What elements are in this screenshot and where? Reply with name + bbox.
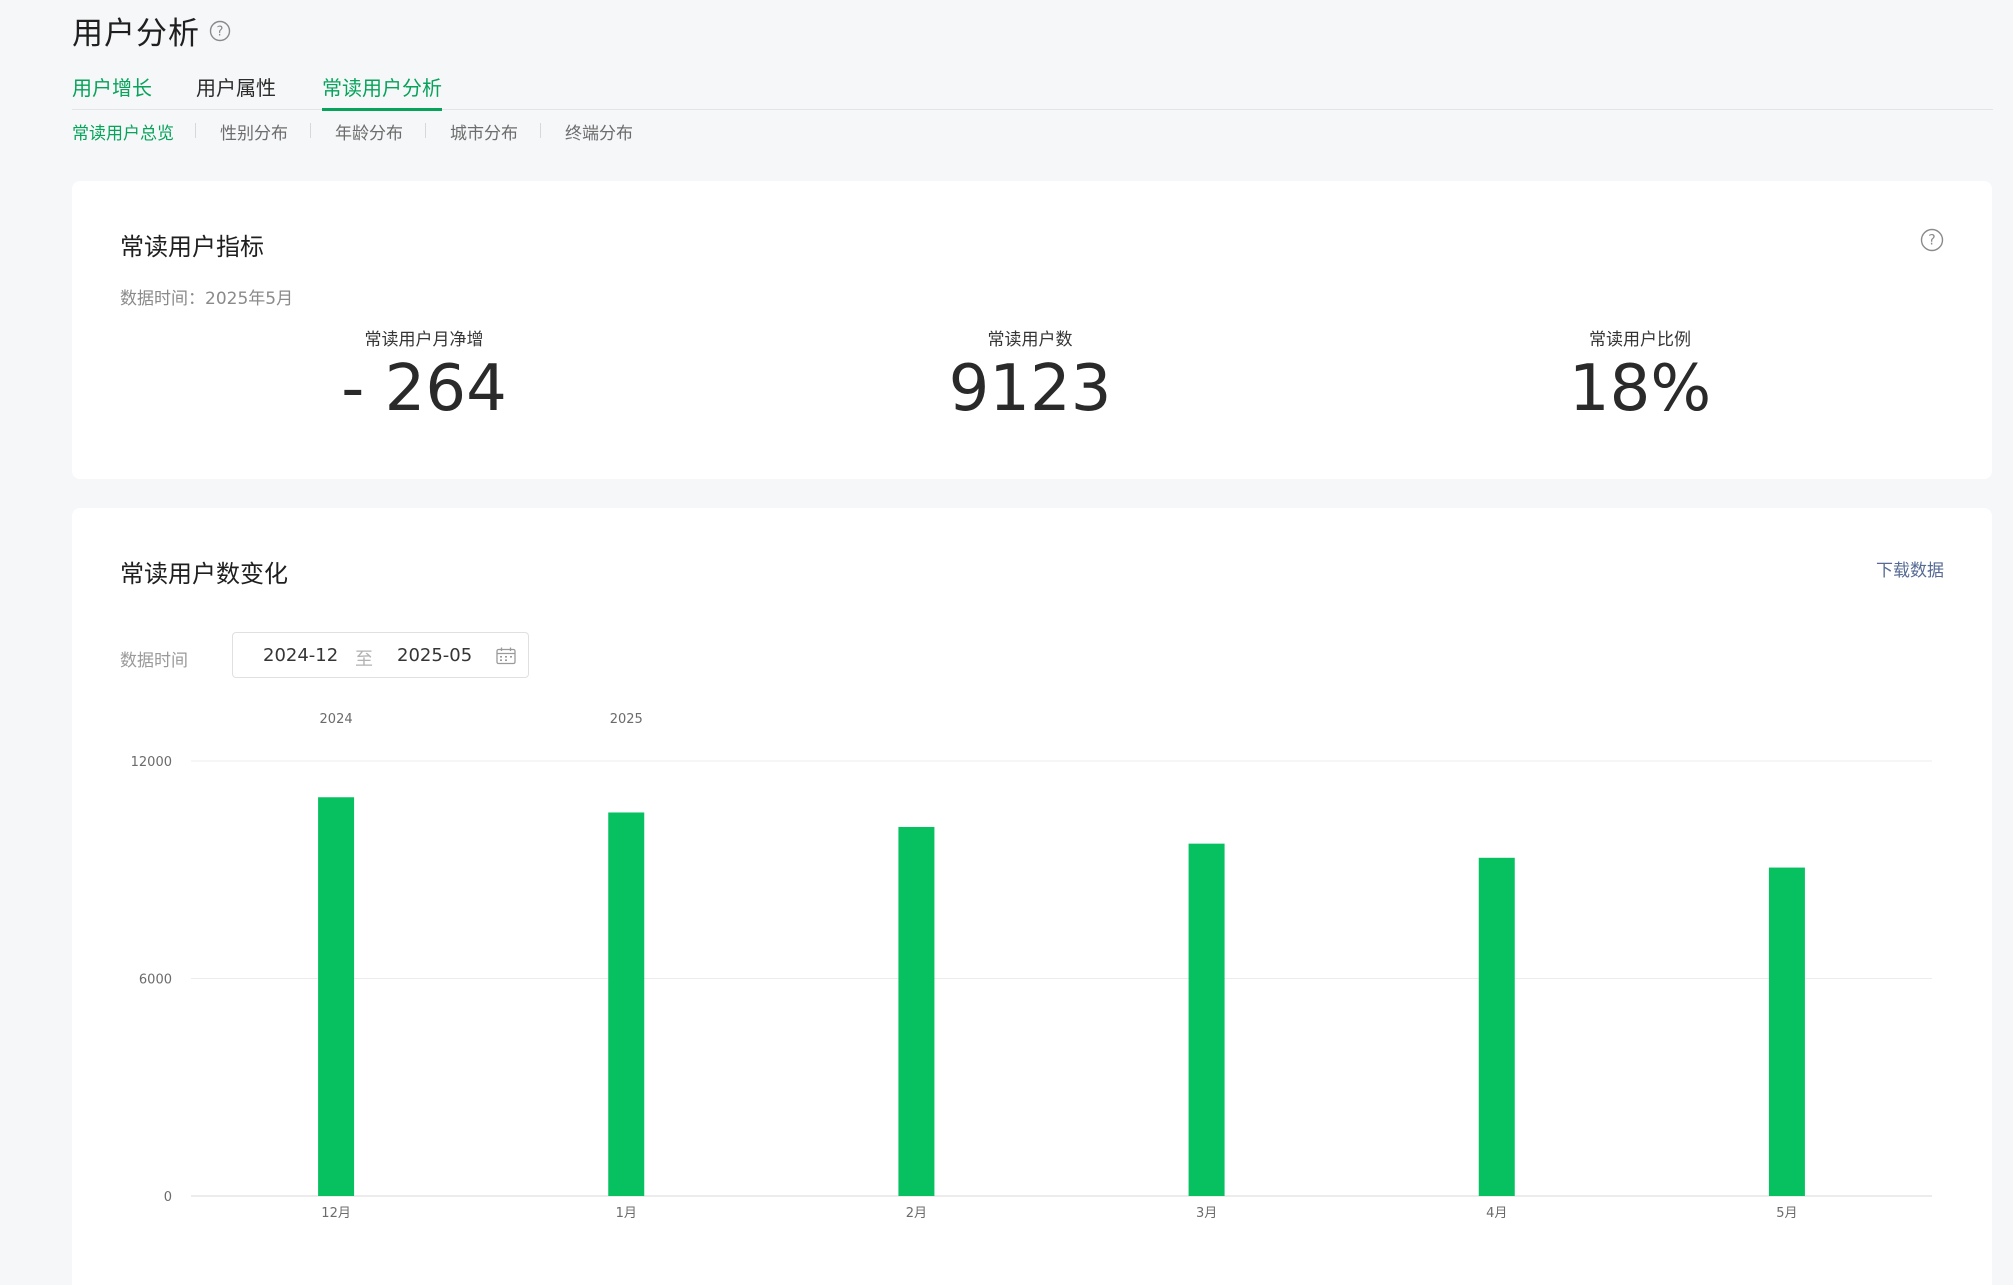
bar	[1188, 843, 1225, 1196]
x-tick-label: 5月	[1776, 1206, 1797, 1221]
main-tabs: 用户增长 用户属性 常读用户分析	[72, 72, 1993, 111]
metrics-card-title: 常读用户指标	[120, 233, 264, 261]
subtab-gender[interactable]: 性别分布	[220, 119, 288, 144]
tab-user-growth[interactable]: 用户增长	[72, 72, 152, 110]
y-tick-label: 6000	[139, 973, 172, 988]
bar	[1478, 857, 1515, 1196]
x-tick-label: 4月	[1486, 1206, 1507, 1221]
bar	[898, 826, 935, 1196]
svg-text:?: ?	[1928, 233, 1935, 249]
page-title: 用户分析	[72, 16, 200, 52]
year-label: 2025	[610, 712, 643, 727]
question-circle-icon[interactable]: ?	[1920, 228, 1944, 256]
metric-label: 常读用户月净增	[364, 330, 484, 350]
subtab-divider	[310, 123, 311, 138]
x-tick-label: 1月	[616, 1206, 637, 1221]
question-circle-icon[interactable]: ?	[209, 20, 231, 42]
year-label: 2024	[320, 712, 353, 727]
metric-value: 18%	[1568, 352, 1712, 426]
trend-card: 常读用户数变化 下载数据 数据时间 2024-12 至 2025-05 0 60…	[72, 508, 1992, 1285]
subtab-city[interactable]: 城市分布	[450, 119, 518, 144]
metric-label: 常读用户数	[987, 330, 1073, 350]
tab-frequent-reader-analysis[interactable]: 常读用户分析	[322, 72, 442, 111]
bar	[318, 797, 355, 1196]
bar	[608, 812, 645, 1196]
page-header: 用户分析 ?	[72, 8, 231, 53]
x-tick-label: 12月	[321, 1206, 351, 1221]
metric-net-growth: 常读用户月净增 - 264	[224, 329, 624, 425]
metric-value: - 264	[341, 352, 507, 426]
bar	[1768, 867, 1805, 1196]
x-tick-label: 3月	[1196, 1206, 1217, 1221]
y-tick-label: 0	[164, 1190, 172, 1205]
y-tick-label: 12000	[131, 755, 172, 770]
metric-user-ratio: 常读用户比例 18%	[1440, 329, 1840, 425]
subtab-divider	[540, 123, 541, 138]
subtab-device[interactable]: 终端分布	[565, 119, 633, 144]
metrics-card: 常读用户指标 ? 数据时间：2025年5月 常读用户月净增 - 264 常读用户…	[72, 181, 1992, 479]
user-count-bar-chart: 0 6000 12000 12月 1月 2月 3月 4月 5月 2024 2025	[131, 712, 1932, 1221]
data-time-label: 数据时间：2025年5月	[120, 289, 294, 309]
metric-value: 9123	[948, 352, 1112, 426]
page: 用户分析 ? 用户增长 用户属性 常读用户分析 常读用户总览 性别分布 年龄分布…	[0, 0, 2013, 1285]
subtab-overview[interactable]: 常读用户总览	[72, 119, 174, 144]
tab-user-attributes[interactable]: 用户属性	[196, 72, 276, 110]
x-tick-label: 2月	[906, 1206, 927, 1221]
svg-text:?: ?	[217, 24, 224, 39]
subtab-divider	[425, 123, 426, 138]
subtab-age[interactable]: 年龄分布	[335, 119, 403, 144]
subtab-divider	[195, 123, 196, 138]
metric-label: 常读用户比例	[1589, 330, 1691, 350]
metric-user-count: 常读用户数 9123	[830, 329, 1230, 425]
